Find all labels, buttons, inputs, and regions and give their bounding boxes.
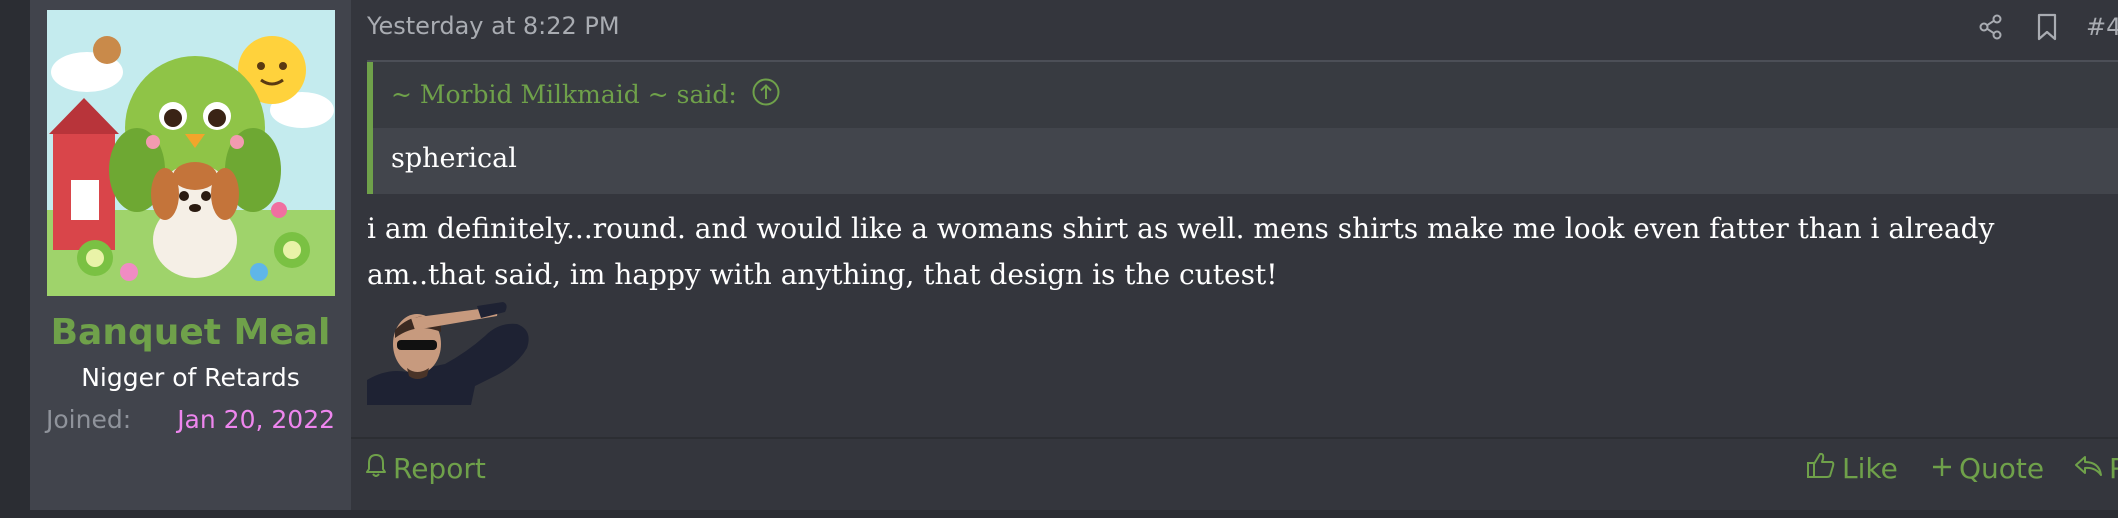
user-title: Nigger of Retards xyxy=(81,363,300,392)
user-info-panel: Banquet Meal Nigger of Retards Joined: J… xyxy=(30,0,351,510)
report-button[interactable]: Report xyxy=(365,446,486,490)
quote-body: spherical xyxy=(373,128,2118,194)
share-icon[interactable] xyxy=(1974,10,2008,44)
quote-text: spherical xyxy=(391,143,517,174)
saluting-man-image xyxy=(367,300,535,405)
avatar-illustration xyxy=(47,10,335,296)
reply-button[interactable]: Reply xyxy=(2073,446,2118,490)
joined-label: Joined: xyxy=(46,405,132,434)
report-label: Report xyxy=(393,451,486,485)
username[interactable]: Banquet Meal xyxy=(30,312,351,353)
user-avatar[interactable] xyxy=(47,10,335,296)
post-number[interactable]: #4 xyxy=(2086,13,2118,41)
forum-post: Banquet Meal Nigger of Retards Joined: J… xyxy=(30,0,2118,510)
quote-header[interactable]: ~ Morbid Milkmaid ~ said: xyxy=(391,77,781,111)
thumbs-up-icon xyxy=(1806,451,1836,486)
meme-image[interactable] xyxy=(367,300,535,405)
post-header-actions: #4 xyxy=(1974,10,2118,44)
like-label: Like xyxy=(1842,451,1898,485)
post-date[interactable]: Yesterday at 8:22 PM xyxy=(367,12,620,40)
quote-author[interactable]: ~ Morbid Milkmaid ~ said: xyxy=(391,80,737,109)
like-button[interactable]: Like xyxy=(1806,446,1898,490)
bookmark-icon[interactable] xyxy=(2030,10,2064,44)
arrow-up-circle-icon[interactable] xyxy=(751,77,781,111)
reply-label: Reply xyxy=(2109,452,2118,485)
plus-icon xyxy=(1931,452,1953,485)
post-main: Yesterday at 8:22 PM #4 ~ Morbid Milkmai… xyxy=(351,0,2118,510)
quote-button[interactable]: Quote xyxy=(1931,446,2044,490)
quote-label: Quote xyxy=(1959,451,2045,485)
reply-arrow-icon xyxy=(2073,452,2103,485)
quote-block: ~ Morbid Milkmaid ~ said: spherical xyxy=(367,62,2118,194)
bell-icon xyxy=(365,452,387,485)
joined-date: Jan 20, 2022 xyxy=(177,405,335,434)
footer-divider xyxy=(351,437,2118,439)
post-message: i am definitely...round. and would like … xyxy=(367,212,1995,291)
